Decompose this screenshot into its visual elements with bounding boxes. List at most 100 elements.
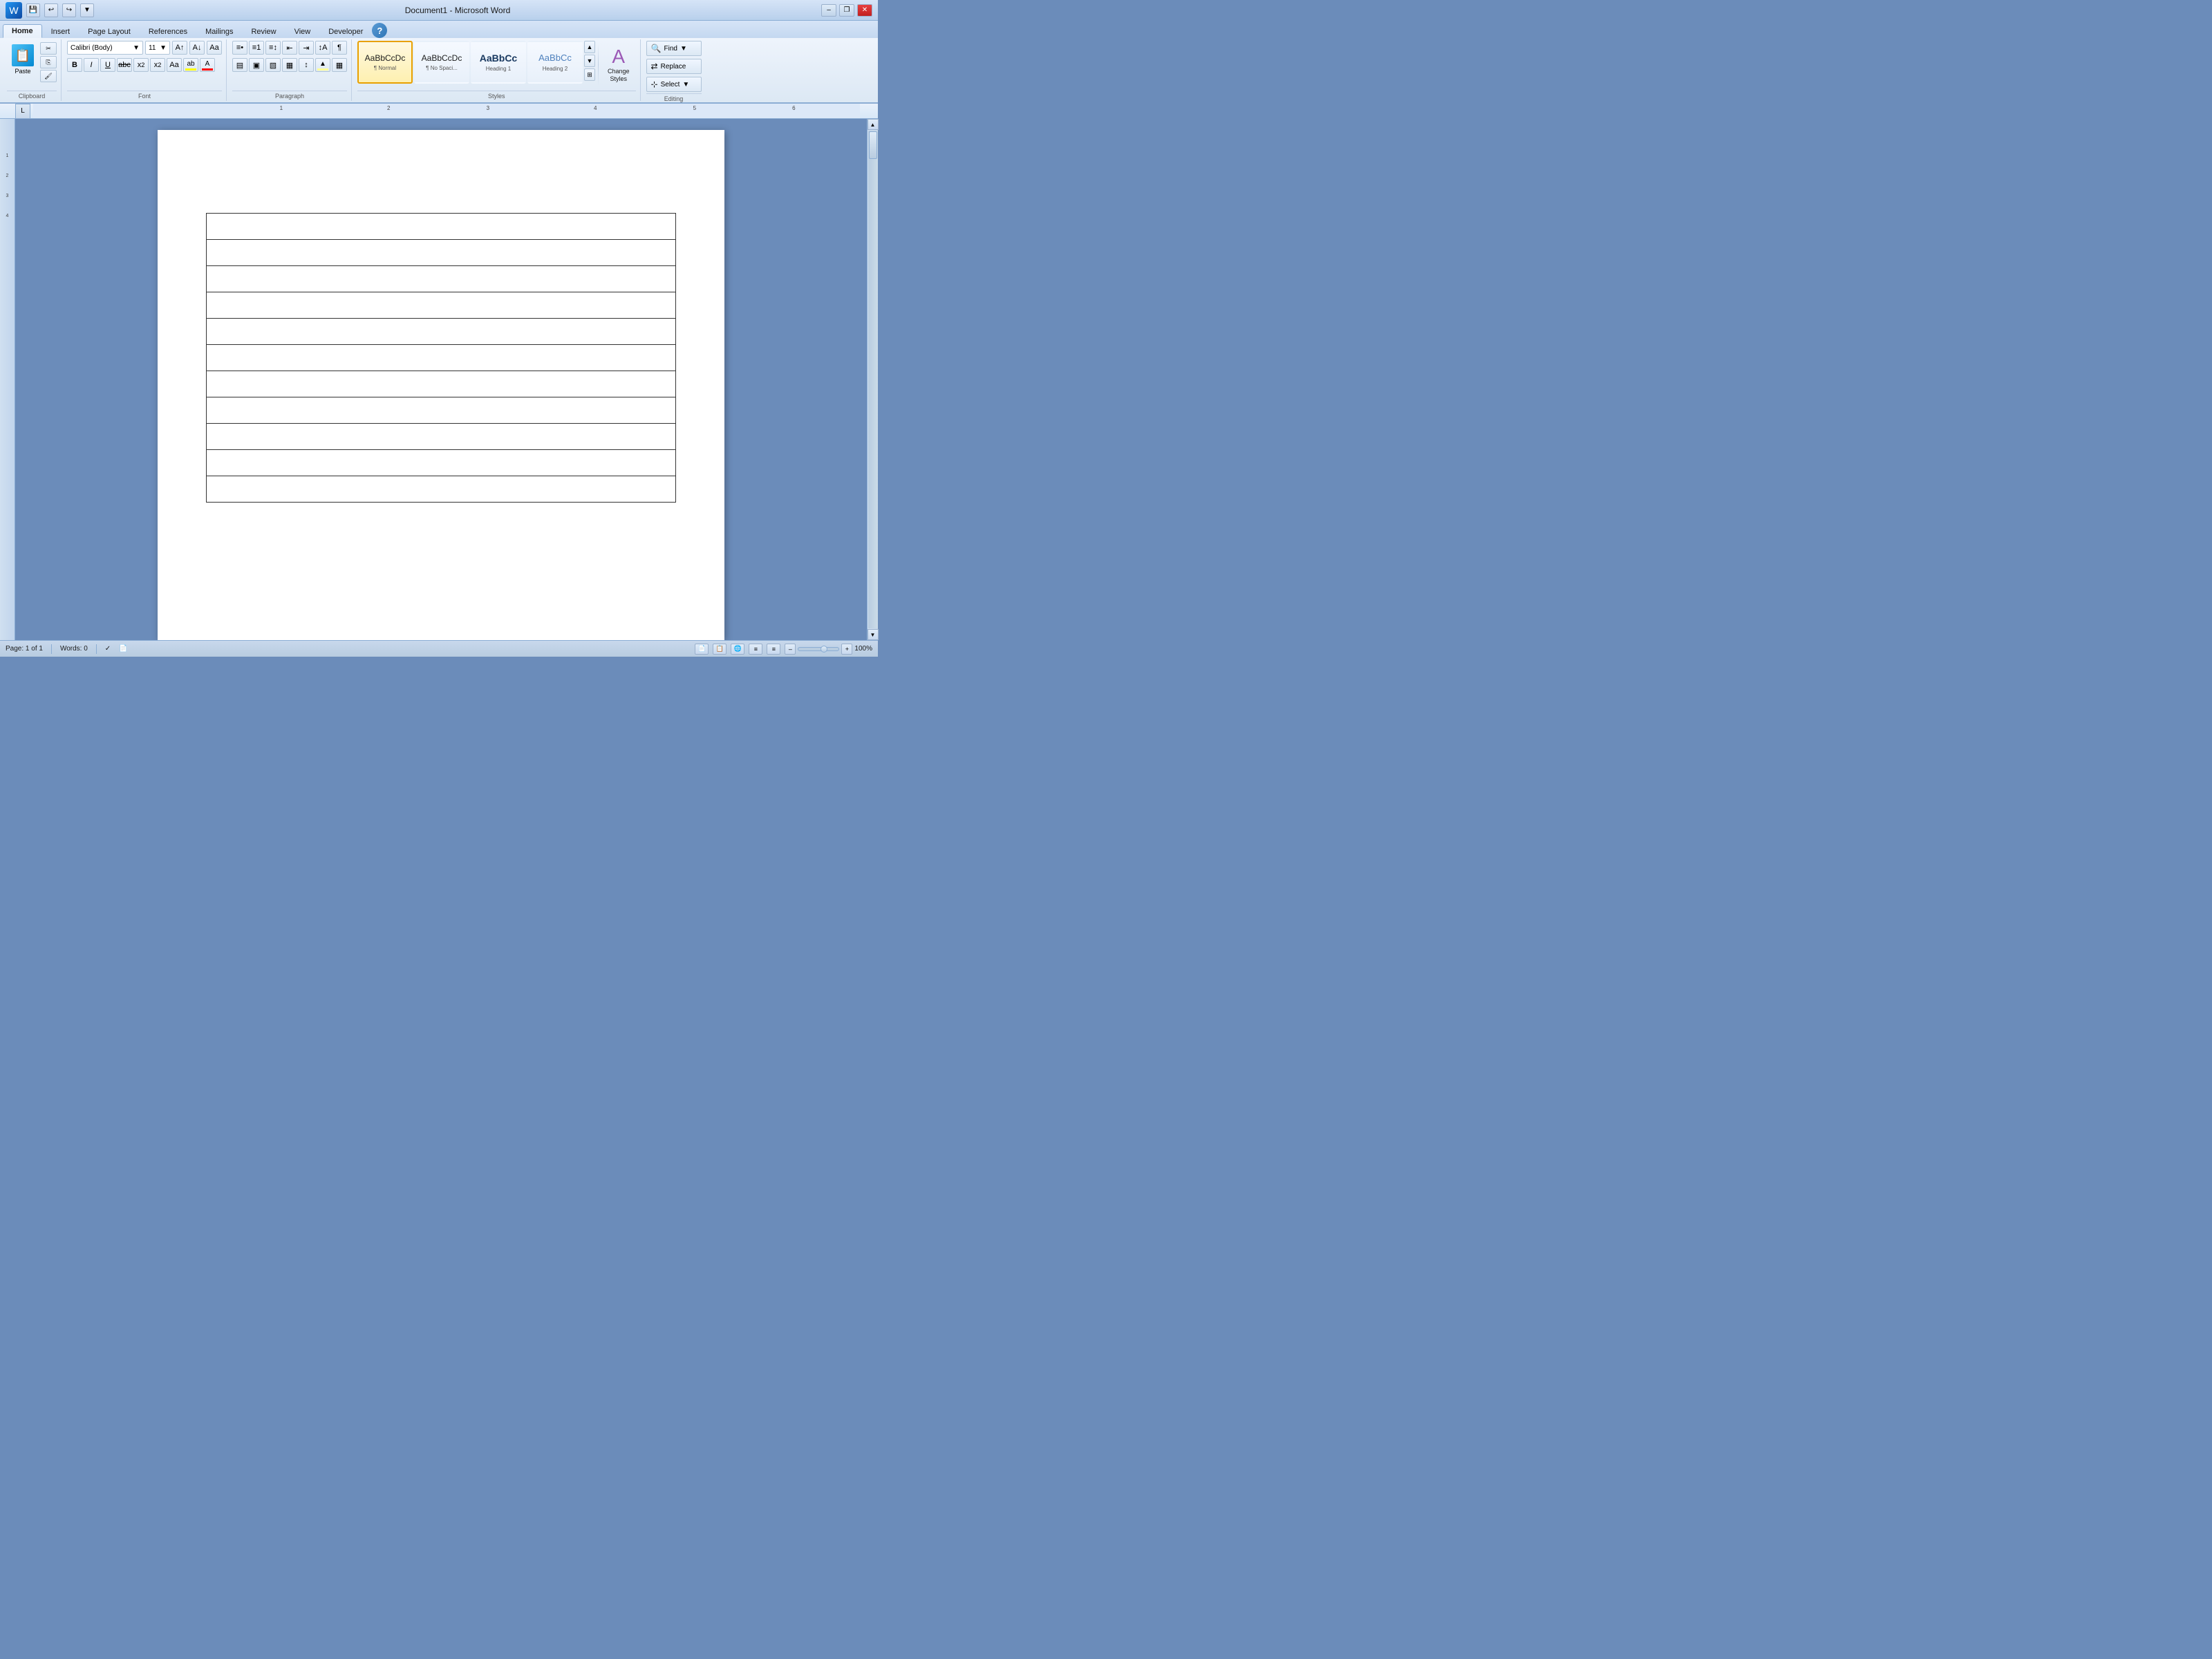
cut-button[interactable]: ✂ [40,42,57,55]
table-cell[interactable] [207,371,676,397]
scroll-thumb[interactable] [869,131,877,159]
font-size-dropdown[interactable]: 11 ▼ [145,41,170,55]
view-print-btn[interactable]: 📄 [695,644,709,655]
zoom-slider-thumb[interactable] [821,646,827,653]
borders-btn[interactable]: ▦ [332,58,347,72]
decrease-indent-btn[interactable]: ⇤ [282,41,297,55]
redo-quick-btn[interactable]: ↪ [62,3,76,17]
tab-developer[interactable]: Developer [319,25,372,38]
restore-btn[interactable]: ❐ [839,4,854,17]
table-cell[interactable] [207,266,676,292]
style-no-spacing[interactable]: AaBbCcDc ¶ No Spaci... [414,41,469,84]
zoom-in-btn[interactable]: + [841,644,852,655]
bullets-button[interactable]: ≡• [232,41,247,55]
strikethrough-button[interactable]: abc [117,58,132,72]
table-cell[interactable] [207,397,676,424]
paragraph-content: ≡• ≡1 ≡↕ ⇤ ⇥ ↕A ¶ ▤ ▣ ▧ ▦ ↕ ▲ ▦ [232,41,347,89]
table-cell[interactable] [207,319,676,345]
line-spacing-btn[interactable]: ↕ [299,58,314,72]
style-heading1[interactable]: AaBbCc Heading 1 [471,41,526,84]
shading-btn[interactable]: ▲ [315,58,330,72]
document-area[interactable] [15,119,867,640]
increase-font-btn[interactable]: A↑ [172,41,187,55]
undo-quick-btn[interactable]: ↩ [44,3,58,17]
table-cell[interactable] [207,424,676,450]
format-painter-button[interactable]: 🖌 [40,70,57,82]
multilevel-button[interactable]: ≡↕ [265,41,281,55]
italic-button[interactable]: I [84,58,99,72]
decrease-font-btn[interactable]: A↓ [189,41,205,55]
tab-selector[interactable]: L [15,104,30,119]
view-web-btn[interactable]: 🌐 [731,644,744,655]
styles-expand[interactable]: ⊞ [584,68,595,81]
styles-label: Styles [357,91,636,100]
editing-label: Editing [646,93,702,102]
zoom-out-btn[interactable]: – [785,644,796,655]
change-styles-button[interactable]: A ChangeStyles [601,41,636,88]
superscript-button[interactable]: x2 [150,58,165,72]
help-button[interactable]: ? [372,23,387,38]
view-outline-btn[interactable]: ≡ [749,644,762,655]
show-hide-btn[interactable]: ¶ [332,41,347,55]
tab-insert[interactable]: Insert [42,25,79,38]
font-row1: Calibri (Body) ▼ 11 ▼ A↑ A↓ Aа [67,41,222,55]
table-cell[interactable] [207,345,676,371]
numbering-button[interactable]: ≡1 [249,41,264,55]
change-case-btn[interactable]: Aа [207,41,222,55]
align-right-btn[interactable]: ▧ [265,58,281,72]
find-button[interactable]: 🔍 Find ▼ [646,41,702,56]
view-draft-btn[interactable]: ≡ [767,644,780,655]
style-normal-label: ¶ Normal [374,65,396,71]
zoom-slider[interactable] [798,647,839,651]
highlight-color-button[interactable]: ab [183,58,198,72]
style-normal[interactable]: AaBbCcDc ¶ Normal [357,41,413,84]
justify-btn[interactable]: ▦ [282,58,297,72]
close-btn[interactable]: ✕ [857,4,872,17]
quick-access-dropdown[interactable]: ▼ [80,3,94,17]
scroll-up-btn[interactable]: ▲ [868,119,879,130]
table-row [207,292,676,319]
font-name-dropdown[interactable]: Calibri (Body) ▼ [67,41,143,55]
select-button[interactable]: ⊹ Select ▼ [646,77,702,92]
document-page[interactable] [158,130,724,640]
status-divider-1 [51,644,52,654]
bold-button[interactable]: B [67,58,82,72]
tab-page-layout[interactable]: Page Layout [79,25,140,38]
tab-references[interactable]: References [140,25,196,38]
table-cell[interactable] [207,476,676,503]
sort-btn[interactable]: ↕A [315,41,330,55]
style-heading2[interactable]: AaBbCc Heading 2 [527,41,583,84]
tab-view[interactable]: View [285,25,320,38]
style-heading2-preview: AaBbCc [538,53,572,64]
font-color-button[interactable]: A [200,58,215,72]
minimize-btn[interactable]: – [821,4,836,17]
scroll-down-btn[interactable]: ▼ [868,629,879,640]
save-quick-btn[interactable]: 💾 [26,3,40,17]
copy-button[interactable]: ⎘ [40,56,57,68]
tab-mailings[interactable]: Mailings [196,25,242,38]
replace-button[interactable]: ⇄ Replace [646,59,702,74]
table-cell[interactable] [207,292,676,319]
table-row [207,450,676,476]
vruler-num-4: 4 [0,214,15,218]
styles-scroll-down[interactable]: ▼ [584,55,595,67]
clear-format-button[interactable]: Aa [167,58,182,72]
paste-button[interactable]: 📋 Paste [7,41,39,78]
table-cell[interactable] [207,450,676,476]
table-cell[interactable] [207,214,676,240]
tab-review[interactable]: Review [242,25,285,38]
subscript-button[interactable]: x2 [133,58,149,72]
align-center-btn[interactable]: ▣ [249,58,264,72]
status-bar: Page: 1 of 1 Words: 0 ✓ 📄 📄 📋 🌐 ≡ ≡ – + … [0,640,878,657]
tab-home[interactable]: Home [3,24,42,38]
ruler-num-4: 4 [594,105,597,111]
view-full-btn[interactable]: 📋 [713,644,727,655]
scroll-track[interactable] [868,131,878,628]
styles-separator [598,44,599,86]
styles-scroll-up[interactable]: ▲ [584,41,595,53]
increase-indent-btn[interactable]: ⇥ [299,41,314,55]
table-cell[interactable] [207,240,676,266]
underline-button[interactable]: U [100,58,115,72]
align-left-btn[interactable]: ▤ [232,58,247,72]
ruler-content: 1 2 3 4 5 6 [33,104,860,118]
